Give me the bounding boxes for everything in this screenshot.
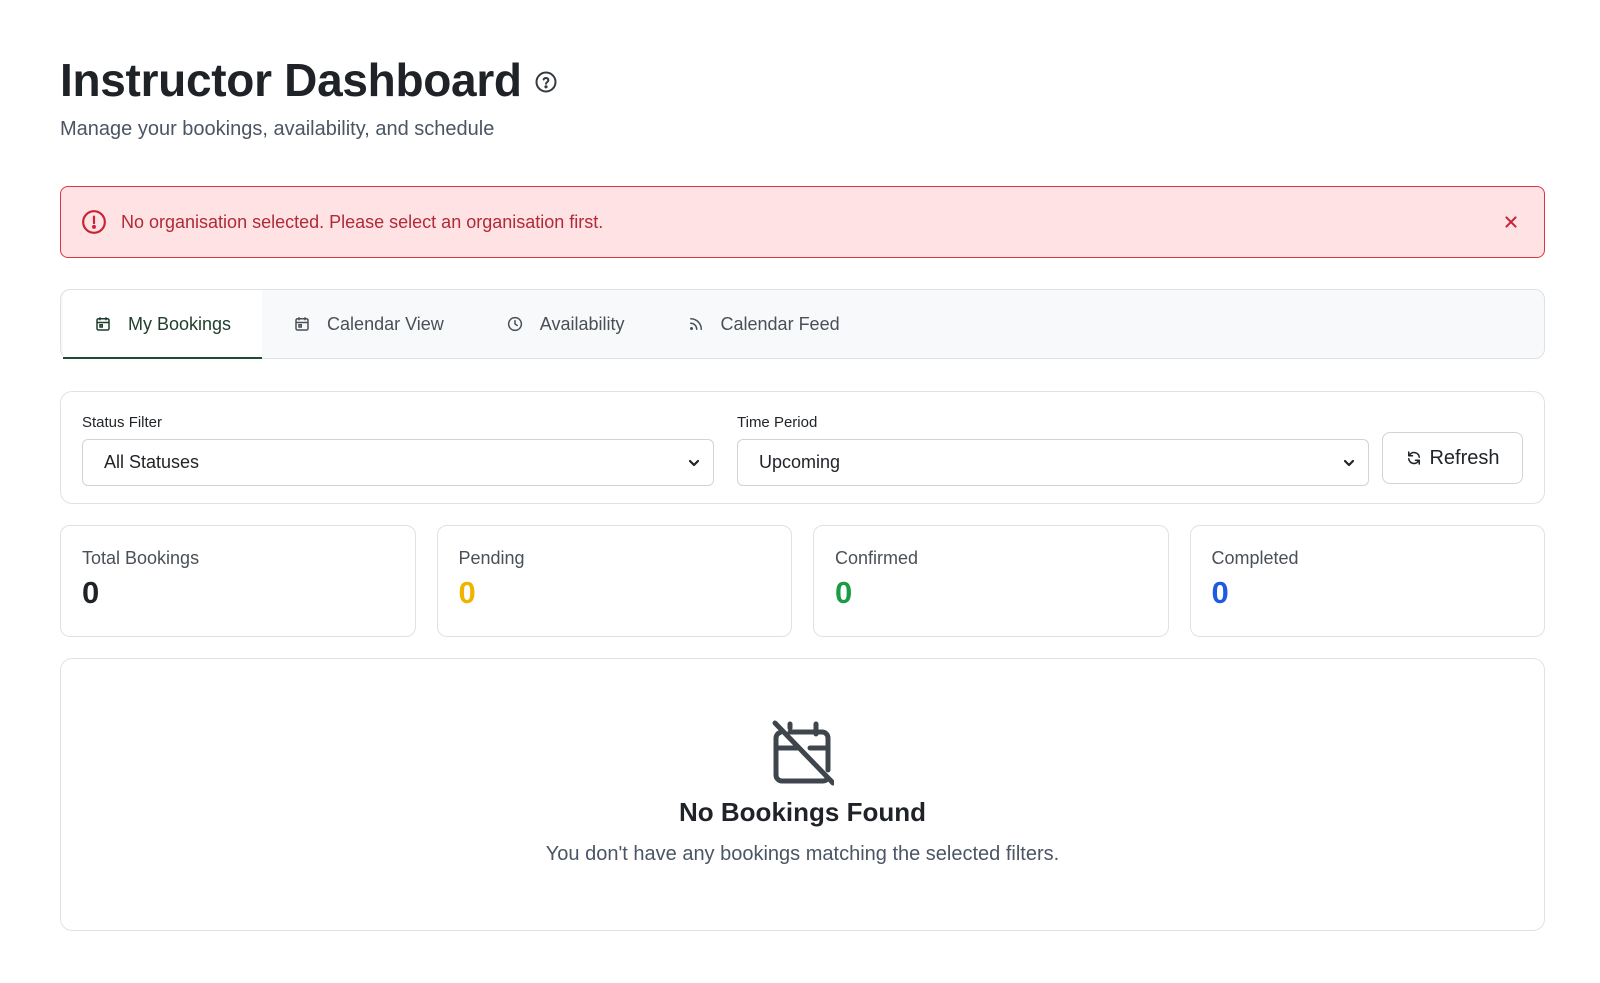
tab-label: My Bookings (128, 313, 232, 334)
page-subtitle: Manage your bookings, availability, and … (60, 118, 495, 140)
refresh-button[interactable]: Refresh (1382, 432, 1523, 484)
dashboard-tabs: My Bookings Calendar View Availability C… (60, 289, 1545, 359)
refresh-icon (1405, 449, 1423, 467)
time-period-value: Upcoming (759, 452, 841, 472)
status-filter-select[interactable]: All Statuses (82, 439, 714, 486)
empty-state-message: You don't have any bookings matching the… (545, 843, 1060, 865)
stat-label: Confirmed (835, 548, 919, 568)
calendar-icon (94, 315, 112, 333)
stat-card-pending: Pending 0 (436, 525, 792, 637)
stat-label: Pending (458, 548, 525, 568)
refresh-label: Refresh (1429, 446, 1500, 469)
time-period-select[interactable]: Upcoming (737, 439, 1369, 486)
alert-message: No organisation selected. Please select … (121, 211, 604, 232)
empty-state-title: No Bookings Found (679, 797, 926, 827)
time-period-label: Time Period (737, 414, 818, 431)
stat-value: 0 (82, 575, 100, 610)
stat-card-completed: Completed 0 (1189, 525, 1545, 637)
close-icon[interactable] (1500, 211, 1522, 233)
stat-label: Total Bookings (82, 548, 200, 568)
chevron-down-icon (687, 456, 701, 470)
error-alert: No organisation selected. Please select … (60, 186, 1545, 258)
tab-label: Availability (539, 313, 625, 334)
stat-card-confirmed: Confirmed 0 (813, 525, 1169, 637)
stat-value: 0 (458, 575, 476, 610)
tab-calendar-feed[interactable]: Calendar Feed (656, 290, 871, 358)
status-filter-label: Status Filter (82, 414, 163, 431)
stat-value: 0 (835, 575, 853, 610)
tab-calendar-view[interactable]: Calendar View (262, 290, 475, 358)
filters-panel: Status Filter All Statuses Time Period U… (60, 391, 1545, 504)
clock-icon (506, 315, 524, 333)
chevron-down-icon (1342, 456, 1356, 470)
stats-row: Total Bookings 0 Pending 0 Confirmed 0 C… (60, 525, 1545, 637)
stat-label: Completed (1211, 548, 1299, 568)
tab-my-bookings[interactable]: My Bookings (63, 290, 263, 359)
exclamation-circle-icon (81, 209, 107, 235)
calendar-off-icon (772, 720, 834, 786)
question-circle-icon[interactable] (534, 70, 558, 94)
stat-card-total: Total Bookings 0 (60, 525, 416, 637)
empty-state: No Bookings Found You don't have any boo… (60, 658, 1545, 931)
tab-availability[interactable]: Availability (475, 290, 656, 358)
status-filter-value: All Statuses (104, 452, 200, 472)
status-filter-group: Status Filter All Statuses (82, 414, 714, 486)
time-period-group: Time Period Upcoming (737, 414, 1369, 486)
page-title: Instructor Dashboard (60, 54, 522, 106)
tab-label: Calendar Feed (720, 313, 840, 334)
page-header: Instructor Dashboard (60, 52, 558, 108)
calendar-icon (293, 315, 311, 333)
stat-value: 0 (1211, 575, 1229, 610)
tab-label: Calendar View (327, 313, 444, 334)
rss-icon (687, 315, 705, 333)
